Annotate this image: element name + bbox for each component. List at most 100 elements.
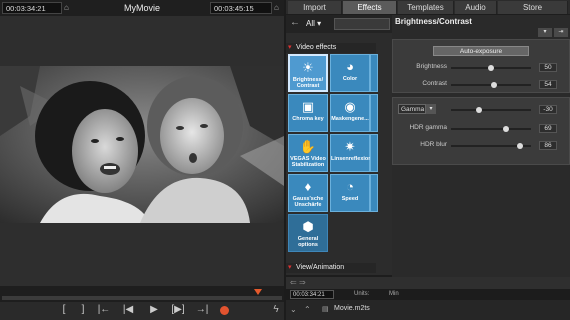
effects-filter-bar: ← All ▾ bbox=[286, 15, 392, 33]
effect-tile-gauss-blur[interactable]: ♦ Gauss'sche Unschärfe bbox=[288, 174, 328, 212]
units-value[interactable]: Min bbox=[389, 291, 399, 297]
effect-tile-mask[interactable]: ◉ Maskengene... bbox=[330, 94, 370, 132]
effect-tile-chroma-key[interactable]: ▣ Chroma key bbox=[288, 94, 328, 132]
category-video-effects[interactable]: Video effects bbox=[286, 43, 376, 53]
palette-icon: ◕ bbox=[346, 59, 354, 74]
transport-bar bbox=[0, 302, 284, 320]
hdr-blur-slider[interactable] bbox=[451, 143, 531, 149]
category-view-animation[interactable]: View/Animation bbox=[286, 263, 376, 273]
expand-track-icon[interactable]: ⌃ bbox=[304, 305, 311, 314]
brightness-knob[interactable] bbox=[488, 65, 494, 71]
effect-tile-speed[interactable]: ◔ Speed bbox=[330, 174, 370, 212]
back-arrow-icon[interactable]: ← bbox=[290, 17, 300, 28]
effects-scrollbar[interactable] bbox=[378, 45, 390, 263]
previous-frame-button[interactable]: |◀ bbox=[120, 303, 136, 317]
timeline-timecode[interactable]: 00:03:34:21 bbox=[290, 290, 334, 299]
timecode-current[interactable]: 00:03:34:21 bbox=[2, 2, 62, 14]
hdr-gamma-label: HDR gamma bbox=[409, 124, 447, 131]
brightness-value[interactable]: 50 bbox=[539, 63, 557, 72]
effect-tile-general-options[interactable]: ⬢ General options bbox=[288, 214, 328, 252]
preview-panel: 00:03:34:21 ⌂ MyMovie 00:03:45:15 ⌂ [] … bbox=[0, 0, 284, 320]
gamma-mode-select[interactable]: Gamma bbox=[398, 104, 426, 114]
tab-effects[interactable]: Effects bbox=[343, 1, 397, 14]
lightning-icon[interactable]: ϟ bbox=[268, 303, 284, 317]
tile-label: Brightness/ Contrast bbox=[292, 77, 324, 89]
mark-out-button[interactable]: ] bbox=[75, 303, 91, 317]
go-to-end-button[interactable]: →| bbox=[194, 303, 210, 317]
tile-label: Maskengene... bbox=[331, 116, 369, 122]
track-file-name[interactable]: Movie.m2ts bbox=[334, 305, 370, 312]
properties-buttons: ▾ ⇥ bbox=[538, 28, 570, 38]
expand-icon[interactable]: ⇥ bbox=[554, 28, 568, 37]
gamma-group: Gamma ▾ -30 HDR gamma 69 HDR blur 86 bbox=[392, 97, 570, 165]
effect-tile-lens-flare[interactable]: ✷ Linsenreflexion bbox=[330, 134, 372, 172]
stabilization-icon: ✋ bbox=[299, 139, 317, 154]
hdr-blur-knob[interactable] bbox=[516, 143, 523, 149]
tile-label: Speed bbox=[341, 196, 359, 202]
mask-icon: ◉ bbox=[344, 99, 356, 114]
hdr-gamma-slider[interactable] bbox=[451, 126, 531, 132]
effect-tile-partial[interactable] bbox=[370, 134, 378, 172]
tile-label: Linsenreflexion bbox=[331, 156, 372, 162]
auto-exposure-button[interactable]: Auto-exposure bbox=[433, 46, 529, 56]
hexagon-icon: ⬢ bbox=[302, 219, 314, 234]
tab-bar: Import Effects Templates Audio Store bbox=[286, 0, 570, 14]
basic-group: Auto-exposure Brightness 50 Contrast 54 bbox=[392, 39, 570, 93]
hdr-blur-label: HDR blur bbox=[420, 141, 447, 148]
contrast-label: Contrast bbox=[422, 80, 447, 87]
effect-tile-stabilization[interactable]: ✋ VEGAS Video Stabilization bbox=[288, 134, 328, 172]
chevron-down-icon[interactable]: ▾ bbox=[426, 104, 436, 114]
collapse-icon[interactable]: ⌄ bbox=[290, 305, 297, 314]
lock-icon[interactable]: ⌂ bbox=[64, 3, 72, 13]
media-pool: Import Effects Templates Audio Store ← A… bbox=[286, 0, 570, 320]
play-range-button[interactable]: [▶] bbox=[170, 303, 186, 317]
mark-in-button[interactable]: [ bbox=[56, 303, 72, 317]
go-to-start-button[interactable]: |← bbox=[96, 303, 112, 317]
timeline-header: 00:03:34:21 Units: Min bbox=[286, 289, 570, 300]
effects-browser: ← All ▾ Video effects ☀ Brightness/ Cont… bbox=[286, 15, 392, 275]
play-button[interactable]: ▶ bbox=[146, 303, 162, 317]
tab-store[interactable]: Store bbox=[498, 1, 568, 14]
lock-icon-right[interactable]: ⌂ bbox=[274, 3, 279, 12]
gamma-slider[interactable] bbox=[451, 107, 531, 113]
sun-icon: ☀ bbox=[302, 60, 314, 75]
timeline-track: ⌄ ⌃ ▤ Movie.m2ts bbox=[286, 300, 570, 320]
effect-tile-partial[interactable] bbox=[370, 54, 378, 92]
movie-title: MyMovie bbox=[123, 3, 160, 13]
effect-properties-panel: Brightness/Contrast ▾ ⇥ Auto-exposure Br… bbox=[392, 15, 570, 277]
app-window: 00:03:34:21 ⌂ MyMovie 00:03:45:15 ⌂ [] … bbox=[0, 0, 570, 320]
chroma-key-icon: ▣ bbox=[301, 99, 315, 114]
timecode-total[interactable]: 00:03:45:15 bbox=[210, 2, 272, 14]
bottom-bar: ⇐ ⇒ 00:03:34:21 Units: Min ⌄ ⌃ ▤ Movie.m… bbox=[286, 277, 570, 320]
units-label: Units: bbox=[354, 291, 370, 297]
effect-tile-partial[interactable] bbox=[370, 174, 378, 212]
brightness-label: Brightness bbox=[416, 63, 447, 70]
hdr-gamma-value[interactable]: 69 bbox=[539, 124, 557, 133]
tile-label: General options bbox=[297, 236, 319, 248]
effect-tile-brightness[interactable]: ☀ Brightness/ Contrast bbox=[288, 54, 328, 92]
contrast-knob[interactable] bbox=[491, 82, 498, 88]
contrast-value[interactable]: 54 bbox=[539, 80, 557, 89]
hdr-blur-value[interactable]: 86 bbox=[539, 141, 557, 150]
redo-icon[interactable]: ⇒ bbox=[299, 278, 306, 287]
playhead-marker[interactable] bbox=[254, 289, 262, 295]
contrast-slider[interactable] bbox=[451, 82, 531, 88]
tile-label: Gauss'sche Unschärfe bbox=[292, 196, 324, 208]
hdr-gamma-knob[interactable] bbox=[503, 126, 510, 132]
tile-label: Color bbox=[342, 76, 358, 82]
scrub-track[interactable] bbox=[2, 296, 282, 300]
effects-search-input[interactable] bbox=[334, 18, 390, 30]
tab-templates[interactable]: Templates bbox=[398, 1, 454, 14]
effect-tile-partial[interactable] bbox=[370, 94, 378, 132]
dropdown-icon[interactable]: ▾ bbox=[538, 28, 552, 37]
category-dropdown[interactable]: All ▾ bbox=[304, 18, 330, 30]
brightness-slider[interactable] bbox=[451, 65, 531, 71]
effect-tile-color[interactable]: ◕ Color bbox=[330, 54, 370, 92]
undo-icon[interactable]: ⇐ bbox=[290, 278, 297, 287]
gamma-knob[interactable] bbox=[476, 107, 482, 113]
record-button[interactable] bbox=[220, 306, 229, 315]
properties-title: Brightness/Contrast bbox=[395, 17, 472, 26]
tab-audio[interactable]: Audio bbox=[455, 1, 497, 14]
tab-import[interactable]: Import bbox=[288, 1, 342, 14]
gamma-value[interactable]: -30 bbox=[539, 105, 557, 114]
